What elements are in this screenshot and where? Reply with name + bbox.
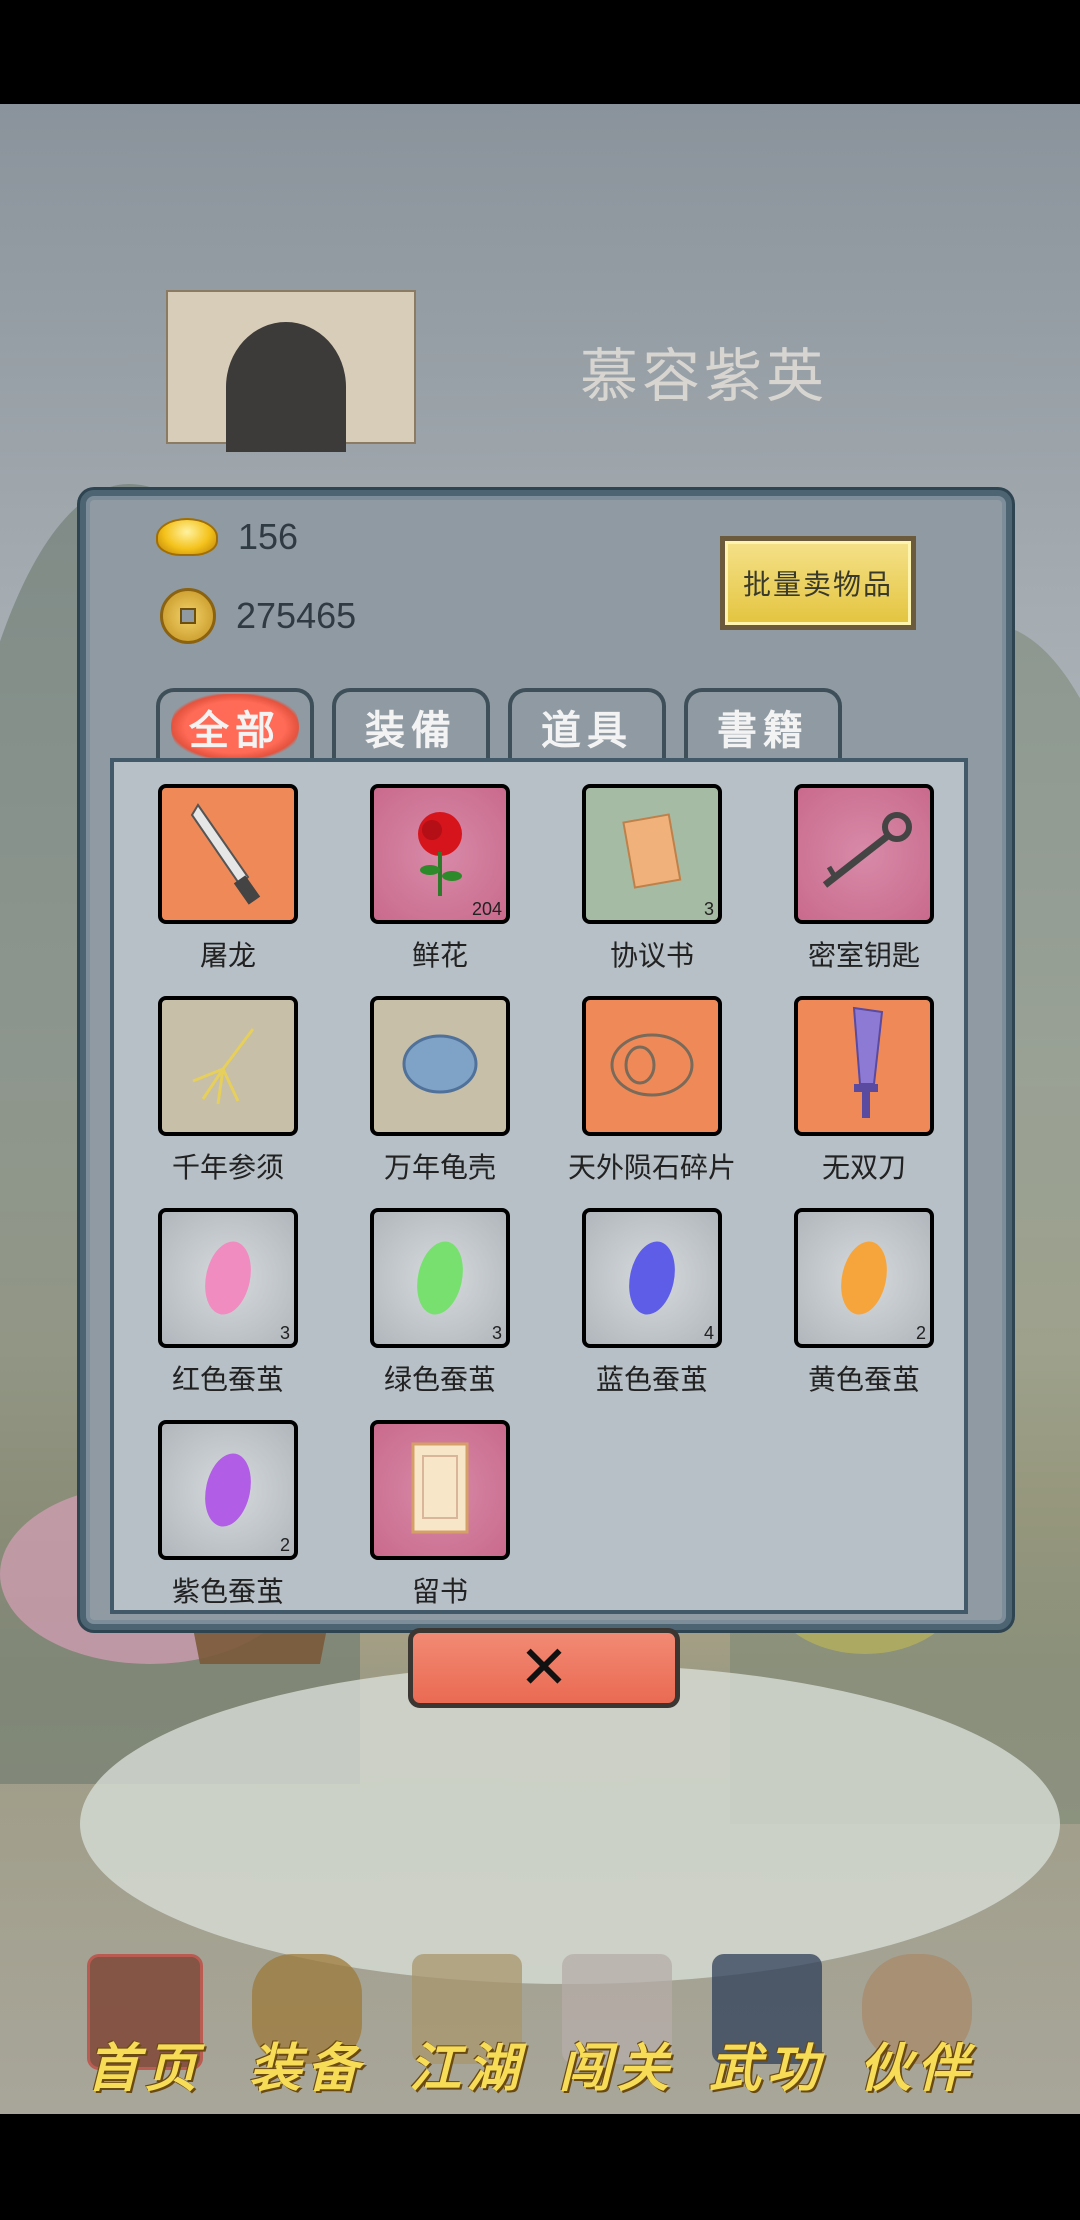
nav-equipment[interactable]: 装备 <box>232 1926 382 2114</box>
item-name: 绿色蚕茧 <box>383 1363 496 1396</box>
item-slot[interactable] <box>370 1420 510 1560</box>
inventory-item[interactable]: 天外陨石碎片 <box>562 996 742 1186</box>
inventory-item[interactable]: 留书 <box>350 1420 530 1610</box>
character-name: 慕容紫英 <box>580 342 829 410</box>
nav-martial-arts[interactable]: 武功 <box>692 1926 842 2114</box>
item-name: 红色蚕茧 <box>171 1363 284 1396</box>
item-name: 黄色蚕茧 <box>807 1363 920 1396</box>
key-icon <box>809 807 919 901</box>
blue-cocoon-icon <box>622 1237 682 1319</box>
inventory-panel: 156 275465 批量卖物品 全部 装備 道具 書籍 屠龙 204 鲜花 3 协议书… <box>80 490 1012 1630</box>
item-slot[interactable]: 4 <box>582 1208 722 1348</box>
green-cocoon-icon <box>410 1237 470 1319</box>
item-slot[interactable] <box>582 996 722 1136</box>
item-slot[interactable]: 2 <box>158 1420 298 1560</box>
nav-label: 伙伴 <box>858 2038 975 2099</box>
inventory-item[interactable]: 密室钥匙 <box>774 784 954 974</box>
nav-home[interactable]: 首页 <box>70 1926 220 2114</box>
item-name: 千年参须 <box>171 1151 284 1184</box>
tab-label: 書籍 <box>717 707 809 754</box>
letter-icon <box>405 1438 475 1542</box>
inventory-item[interactable]: 4 蓝色蚕茧 <box>562 1208 742 1398</box>
item-name: 天外陨石碎片 <box>567 1151 736 1184</box>
inventory-item[interactable]: 204 鲜花 <box>350 784 530 974</box>
inventory-item[interactable]: 千年参须 <box>138 996 318 1186</box>
inventory-item[interactable]: 无双刀 <box>774 996 954 1186</box>
item-slot[interactable] <box>158 996 298 1136</box>
ginseng-icon <box>183 1019 273 1113</box>
pink-cocoon-icon <box>198 1237 258 1319</box>
item-name: 留书 <box>411 1575 468 1608</box>
close-button[interactable]: ✕ <box>408 1628 680 1708</box>
inventory-item[interactable]: 3 协议书 <box>562 784 742 974</box>
inventory-item[interactable]: 3 红色蚕茧 <box>138 1208 318 1398</box>
item-count: 3 <box>703 899 714 919</box>
item-name: 万年龟壳 <box>383 1151 496 1184</box>
item-slot[interactable]: 3 <box>582 784 722 924</box>
close-x-icon: ✕ <box>518 1633 570 1703</box>
inventory-item[interactable]: 万年龟壳 <box>350 996 530 1186</box>
turtle-shell-icon <box>395 1024 485 1108</box>
item-count: 2 <box>279 1535 290 1555</box>
item-slot[interactable] <box>794 996 934 1136</box>
item-count: 204 <box>471 899 502 919</box>
item-grid: 屠龙 204 鲜花 3 协议书 密室钥匙千年参须 万年龟壳 天外陨石碎片 无双刀 3 红色蚕茧 3 绿色… <box>110 758 968 1614</box>
item-count: 3 <box>491 1323 502 1343</box>
tab-equipment[interactable]: 装備 <box>332 688 490 762</box>
nav-label: 首页 <box>86 2038 203 2099</box>
copper-coin-icon <box>160 588 216 644</box>
gold-amount: 156 <box>238 516 299 557</box>
purple-cocoon-icon <box>198 1449 258 1531</box>
nav-label: 武功 <box>708 2038 825 2099</box>
tab-label: 全部 <box>171 694 299 760</box>
tab-all[interactable]: 全部 <box>156 688 314 762</box>
document-icon <box>617 812 687 896</box>
item-name: 密室钥匙 <box>807 939 920 972</box>
inventory-item[interactable]: 3 绿色蚕茧 <box>350 1208 530 1398</box>
inventory-item[interactable]: 屠龙 <box>138 784 318 974</box>
inventory-item[interactable]: 2 黄色蚕茧 <box>774 1208 954 1398</box>
nav-world[interactable]: 江湖 <box>392 1926 542 2114</box>
orange-cocoon-icon <box>834 1237 894 1319</box>
gold-display: 156 <box>156 516 298 558</box>
item-name: 协议书 <box>609 939 694 972</box>
item-count: 3 <box>279 1323 290 1343</box>
item-name: 无双刀 <box>821 1151 906 1184</box>
item-count: 4 <box>703 1323 714 1343</box>
blade-icon <box>824 1004 904 1128</box>
item-slot[interactable]: 3 <box>158 1208 298 1348</box>
item-name: 蓝色蚕茧 <box>595 1363 708 1396</box>
item-slot[interactable]: 3 <box>370 1208 510 1348</box>
item-slot[interactable]: 204 <box>370 784 510 924</box>
nav-label: 装备 <box>248 2038 365 2099</box>
nav-label: 闯关 <box>558 2038 675 2099</box>
gold-ingot-icon <box>156 518 218 556</box>
tab-label: 装備 <box>365 707 457 754</box>
item-name: 屠龙 <box>199 939 256 972</box>
item-slot[interactable] <box>370 996 510 1136</box>
item-slot[interactable] <box>158 784 298 924</box>
rose-icon <box>400 802 480 906</box>
nav-label: 江湖 <box>408 2038 525 2099</box>
broadsword-icon <box>178 797 278 911</box>
coin-amount: 275465 <box>236 595 357 636</box>
nav-partners[interactable]: 伙伴 <box>842 1926 992 2114</box>
tab-books[interactable]: 書籍 <box>684 688 842 762</box>
bottom-nav: 首页 装备 江湖 闯关 武功 伙伴 <box>0 1926 1080 2114</box>
tab-props[interactable]: 道具 <box>508 688 666 762</box>
item-slot[interactable]: 2 <box>794 1208 934 1348</box>
item-count: 2 <box>915 1323 926 1343</box>
tab-label: 道具 <box>541 707 633 754</box>
item-name: 紫色蚕茧 <box>171 1575 284 1608</box>
game-screen: 慕容紫英 156 275465 批量卖物品 全部 装備 道具 書籍 屠龙 204 鲜… <box>0 104 1080 2114</box>
inventory-item[interactable]: 2 紫色蚕茧 <box>138 1420 318 1610</box>
item-slot[interactable] <box>794 784 934 924</box>
character-portrait[interactable] <box>166 290 416 452</box>
meteorite-icon <box>602 1019 702 1113</box>
batch-sell-button[interactable]: 批量卖物品 <box>720 536 916 630</box>
item-name: 鲜花 <box>411 939 468 972</box>
coin-display: 275465 <box>156 588 356 644</box>
nav-stages[interactable]: 闯关 <box>542 1926 692 2114</box>
